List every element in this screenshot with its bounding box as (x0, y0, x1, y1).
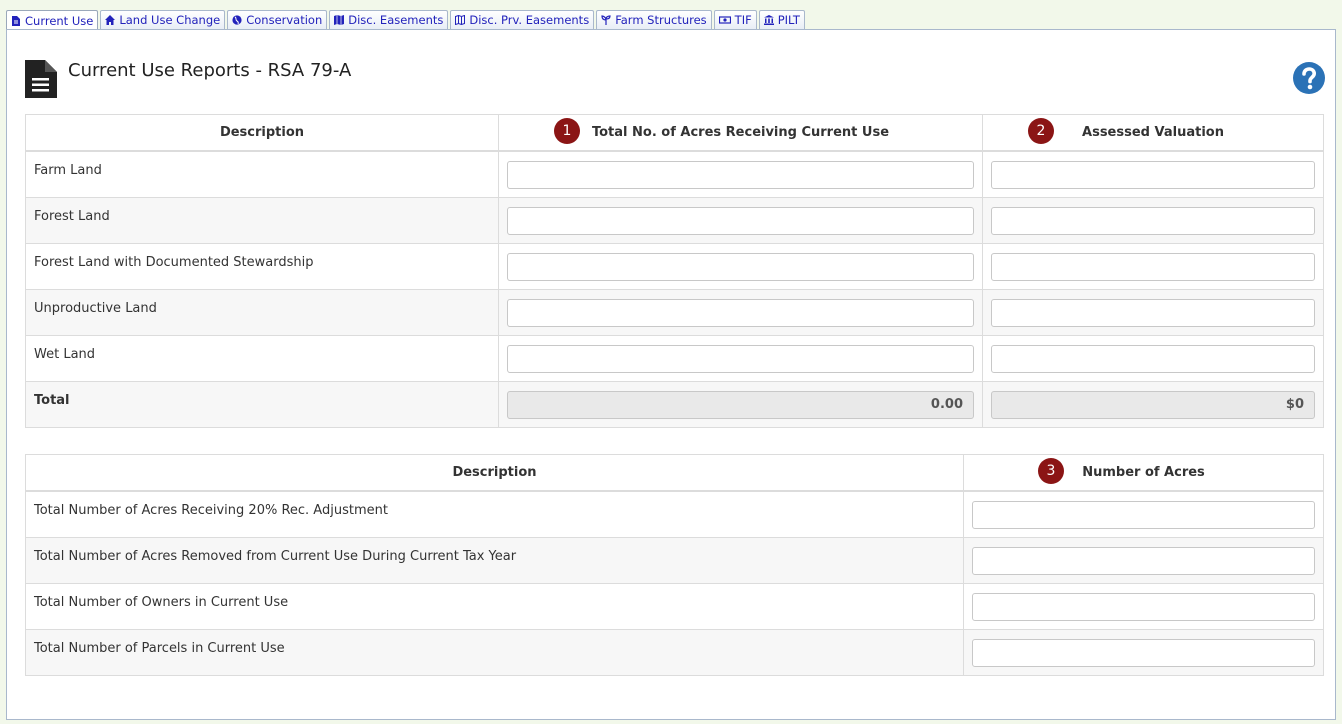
acres-removed-input[interactable] (972, 546, 1315, 575)
stewardship-acres-input[interactable] (507, 252, 974, 281)
table-row: Forest Land with Documented Stewardship (25, 242, 1324, 289)
farm-land-acres-input[interactable] (507, 161, 974, 189)
rec-adjustment-acres-input[interactable] (972, 501, 1315, 529)
map-outline-icon (455, 15, 466, 25)
table-header-row: Description 1 Total No. of Acres Receivi… (25, 114, 1324, 152)
row-label: Total Number of Acres Removed from Curre… (25, 536, 964, 583)
column-header-description: Description (25, 114, 499, 152)
row-label: Unproductive Land (25, 288, 499, 335)
tab-label: Disc. Prv. Easements (469, 13, 590, 27)
column-header-acres: 1 Total No. of Acres Receiving Current U… (498, 114, 983, 152)
forest-land-valuation-input[interactable] (991, 206, 1315, 235)
total-valuation-readonly: $0 (991, 390, 1315, 419)
row-label: Forest Land (25, 196, 499, 243)
tab-label: Current Use (25, 13, 94, 28)
unproductive-land-valuation-input[interactable] (991, 298, 1315, 327)
table-row: Total Number of Owners in Current Use (25, 582, 1324, 629)
document-icon (12, 15, 20, 26)
tab-label: Disc. Easements (348, 13, 444, 27)
globe-icon (232, 15, 242, 25)
row-label: Farm Land (25, 150, 499, 197)
total-label: Total (25, 380, 499, 427)
tab-conservation[interactable]: Conservation (227, 10, 328, 29)
main-panel: Current Use Reports - RSA 79-A Descripti… (6, 29, 1336, 720)
tab-land-use-change[interactable]: Land Use Change (100, 10, 226, 29)
row-label: Forest Land with Documented Stewardship (25, 242, 499, 289)
row-label: Total Number of Acres Receiving 20% Rec.… (25, 490, 964, 537)
wet-land-valuation-input[interactable] (991, 344, 1315, 373)
tab-label: TIF (734, 13, 752, 27)
farm-land-valuation-input[interactable] (991, 161, 1315, 189)
map-icon (334, 15, 345, 25)
current-use-table: Description 1 Total No. of Acres Receivi… (25, 114, 1324, 428)
table-row: Unproductive Land (25, 288, 1324, 335)
table-row: Total Number of Acres Removed from Curre… (25, 536, 1324, 583)
stewardship-valuation-input[interactable] (991, 252, 1315, 281)
tab-label: Land Use Change (119, 13, 221, 27)
tab-disc-easements[interactable]: Disc. Easements (329, 10, 449, 29)
money-icon (718, 16, 731, 24)
document-icon (25, 60, 57, 98)
step-badge: 3 (1038, 458, 1064, 484)
tab-label: PILT (777, 13, 800, 27)
acres-summary-table: Description 3 Number of Acres Total Numb… (25, 454, 1324, 676)
owners-count-input[interactable] (972, 592, 1315, 621)
page-title: Current Use Reports - RSA 79-A (68, 60, 352, 81)
tab-label: Conservation (246, 13, 323, 27)
question-circle-icon[interactable] (1293, 62, 1325, 94)
tab-pilt[interactable]: PILT (758, 10, 805, 29)
tab-farm-structures[interactable]: Farm Structures (596, 10, 712, 29)
tab-current-use[interactable]: Current Use (6, 10, 99, 30)
wet-land-acres-input[interactable] (507, 344, 974, 373)
total-acres-readonly: 0.00 (507, 390, 974, 419)
tab-label: Farm Structures (615, 13, 707, 27)
row-label: Total Number of Parcels in Current Use (25, 628, 964, 675)
unproductive-land-acres-input[interactable] (507, 298, 974, 327)
table-row: Farm Land (25, 150, 1324, 197)
tab-tif[interactable]: TIF (713, 10, 757, 29)
bank-icon (763, 15, 774, 25)
table-row: Wet Land (25, 334, 1324, 381)
column-header-description: Description (25, 454, 964, 492)
step-badge: 1 (554, 118, 580, 144)
total-row: Total 0.00 $0 (25, 380, 1324, 427)
parcels-count-input[interactable] (972, 638, 1315, 667)
column-header-number-of-acres: 3 Number of Acres (963, 454, 1324, 492)
row-label: Wet Land (25, 334, 499, 381)
table-row: Total Number of Acres Receiving 20% Rec.… (25, 490, 1324, 537)
seedling-icon (601, 15, 611, 25)
column-header-valuation: 2 Assessed Valuation (982, 114, 1324, 152)
tab-disc-prv-easements[interactable]: Disc. Prv. Easements (450, 10, 595, 29)
table-header-row: Description 3 Number of Acres (25, 454, 1324, 492)
row-label: Total Number of Owners in Current Use (25, 582, 964, 629)
table-row: Forest Land (25, 196, 1324, 243)
forest-land-acres-input[interactable] (507, 206, 974, 235)
home-icon (105, 15, 116, 25)
table-row: Total Number of Parcels in Current Use (25, 628, 1324, 675)
step-badge: 2 (1028, 118, 1054, 144)
tab-bar: Current Use Land Use Change Conservation… (6, 10, 807, 30)
